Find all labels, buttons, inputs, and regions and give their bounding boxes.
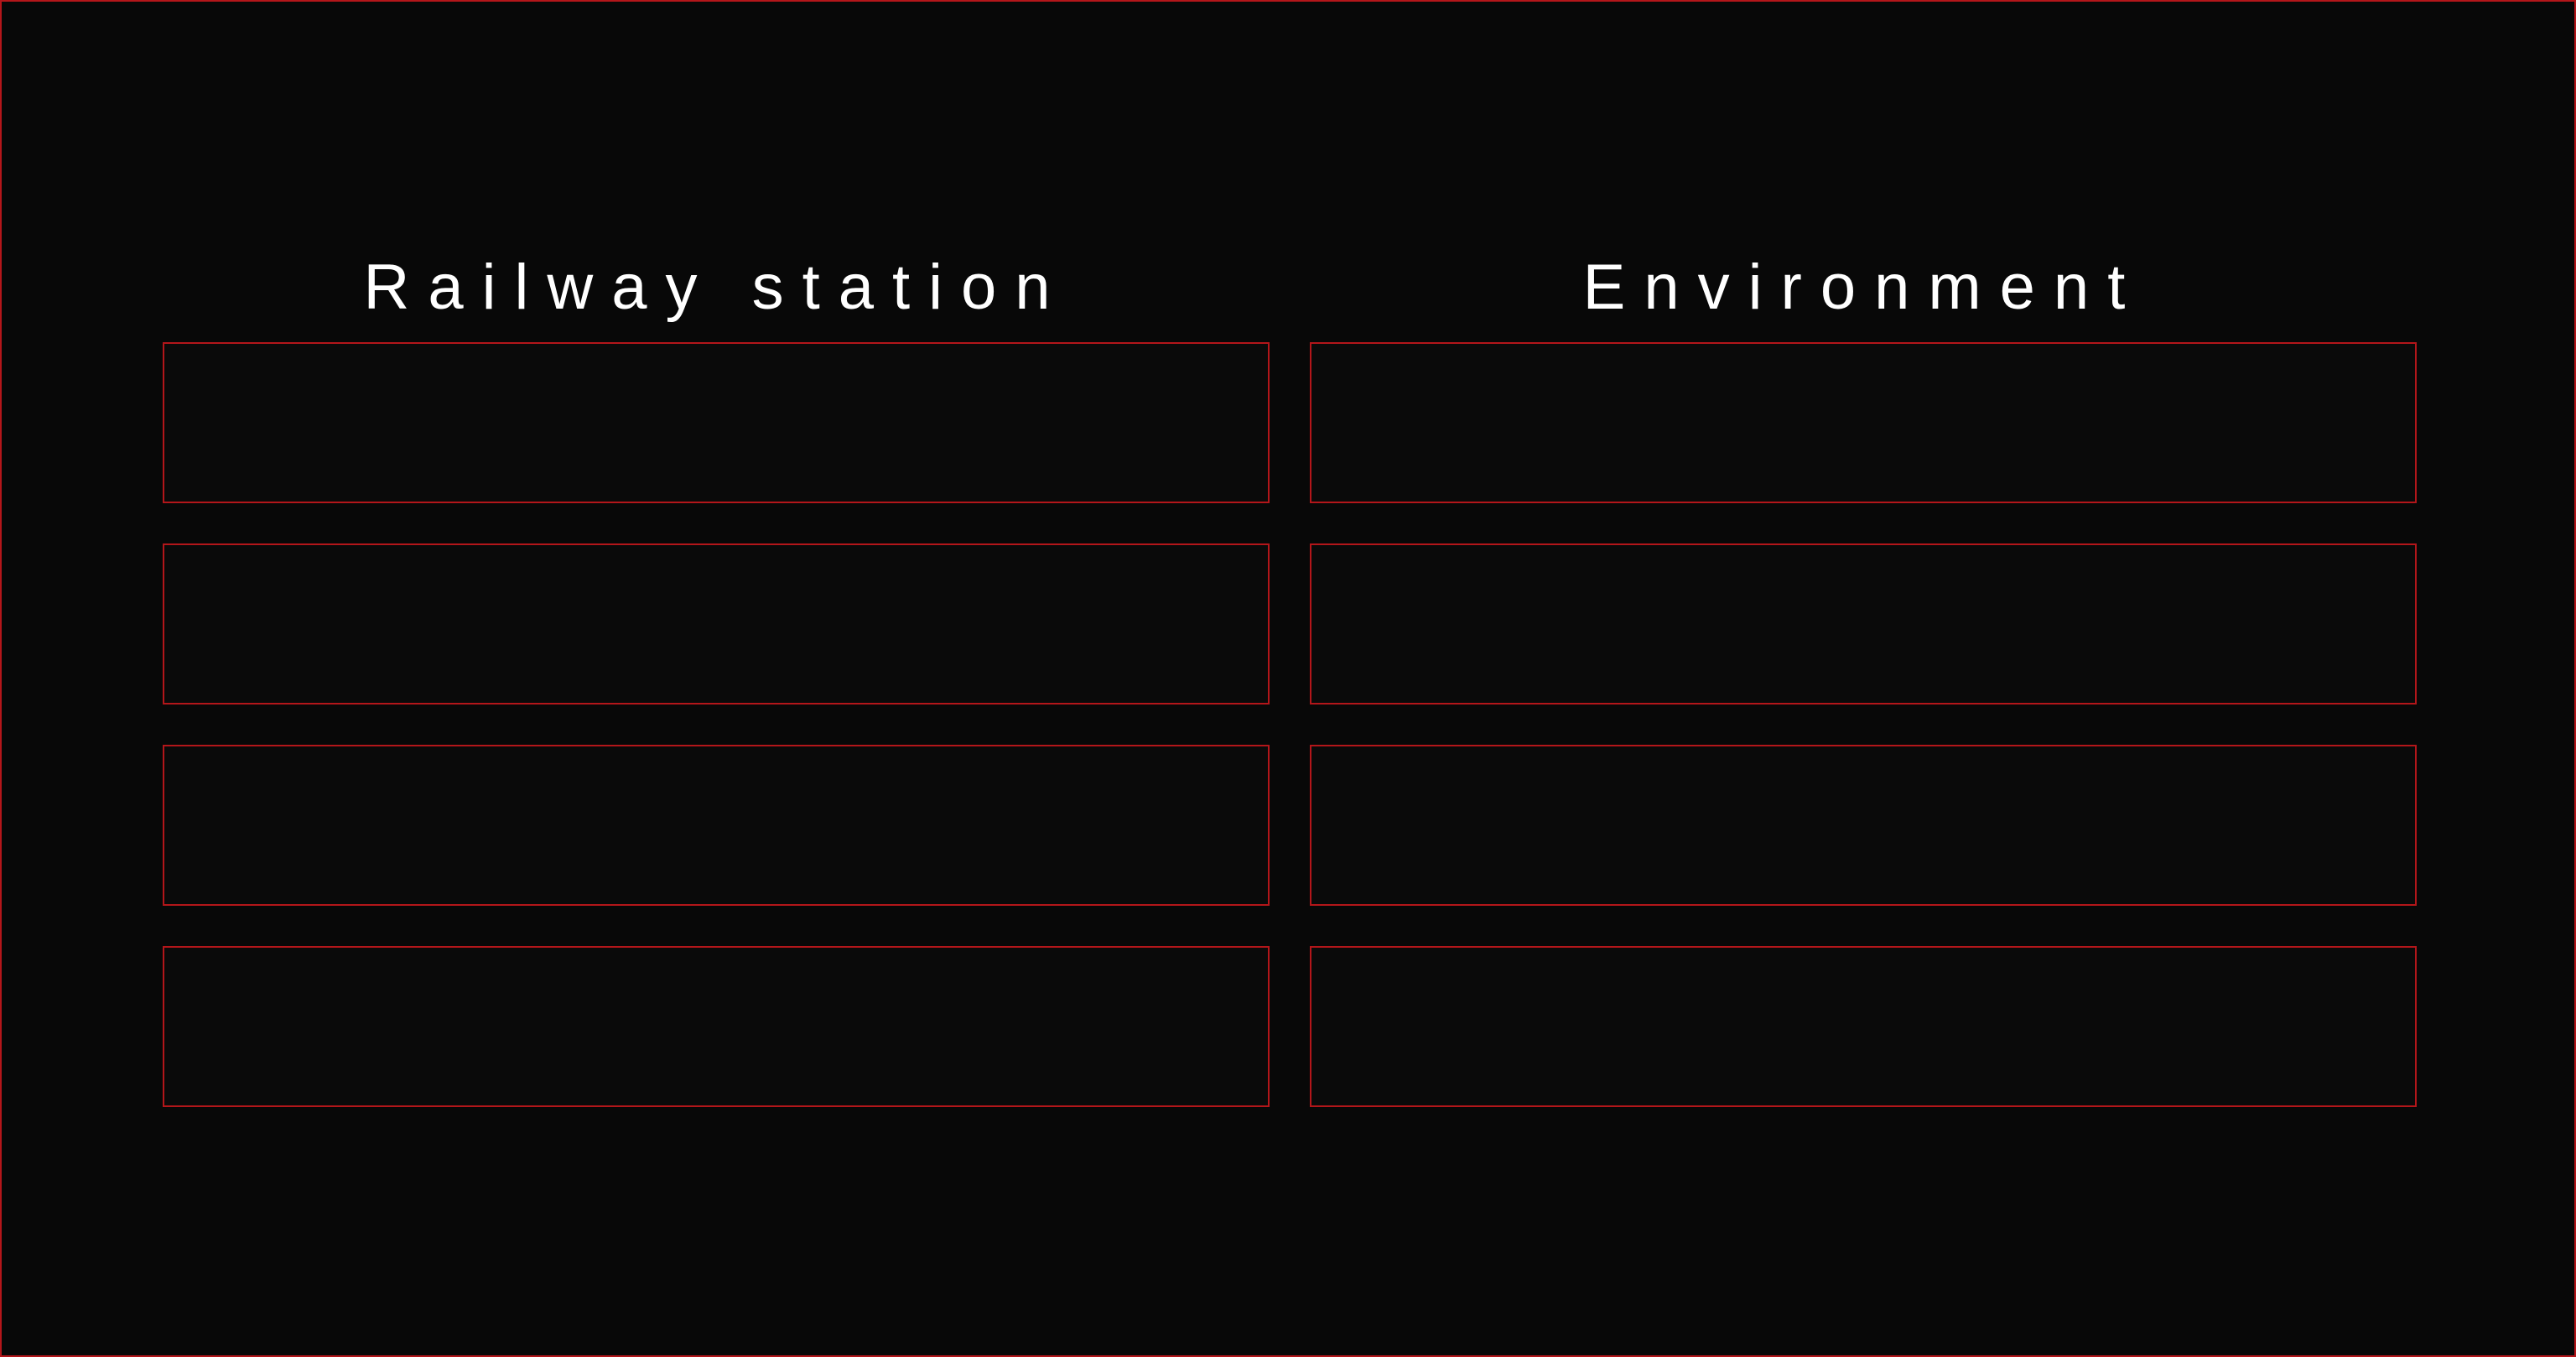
sorting-board: Railway station Environment — [0, 0, 2576, 1357]
drop-slot[interactable] — [163, 946, 1270, 1107]
drop-slot[interactable] — [1310, 342, 2417, 503]
drop-slot[interactable] — [163, 342, 1270, 503]
drop-slot[interactable] — [1310, 543, 2417, 704]
drop-slot[interactable] — [1310, 745, 2417, 906]
drop-slot[interactable] — [163, 543, 1270, 704]
drop-slot[interactable] — [1310, 946, 2417, 1107]
column-heading-railway-station: Railway station — [363, 252, 1069, 323]
drop-slot[interactable] — [163, 745, 1270, 906]
column-heading-environment: Environment — [1582, 252, 2144, 323]
